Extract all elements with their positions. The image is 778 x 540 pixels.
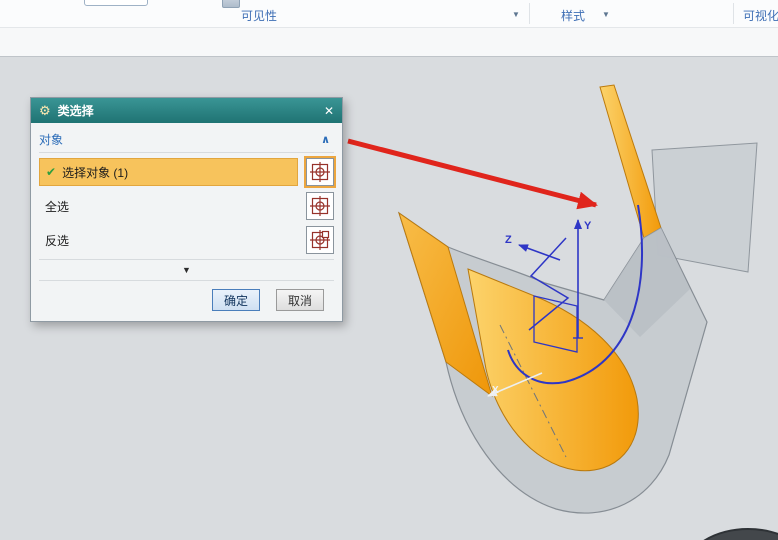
- divider: [39, 259, 334, 260]
- invert-selection-button[interactable]: [306, 226, 334, 254]
- select-all-button[interactable]: [306, 192, 334, 220]
- select-all-label: 全选: [45, 198, 69, 215]
- close-icon[interactable]: ✕: [324, 104, 334, 118]
- model-orange-fin: [600, 85, 661, 238]
- divider: [39, 152, 334, 153]
- crosshair-invert-icon: [309, 229, 331, 251]
- ribbon-separator: [733, 3, 734, 24]
- dialog-button-row: 确定 取消: [39, 283, 334, 313]
- chevron-up-icon[interactable]: ∧: [321, 133, 330, 146]
- divider: [39, 280, 334, 281]
- application-window: 可见性 ▼ 样式 ▼ 可视化 整个装配 ▼ ▾: [0, 0, 778, 540]
- y-axis-label: Y: [584, 220, 592, 232]
- dialog-collapse-handle[interactable]: ▼: [39, 262, 334, 278]
- ribbon-group-visibility[interactable]: 可见性: [241, 7, 277, 24]
- visibility-caret-icon[interactable]: ▼: [512, 10, 520, 19]
- ribbon-separator: [529, 3, 530, 24]
- dialog-title: 类选择: [58, 102, 94, 119]
- select-object-label: 选择对象 (1): [62, 164, 128, 181]
- check-icon: ✔: [46, 165, 56, 179]
- object-section-header[interactable]: 对象 ∧: [39, 128, 334, 150]
- style-caret-icon[interactable]: ▼: [602, 10, 610, 19]
- dialog-body: 对象 ∧ ✔ 选择对象 (1) 全选: [31, 123, 342, 321]
- select-all-labelwrap: 全选: [39, 192, 298, 220]
- invert-selection-label: 反选: [45, 232, 69, 249]
- selection-toolbar: 整个装配 ▼ ▾ ▾: [0, 28, 778, 57]
- dialog-titlebar[interactable]: ⚙ 类选择 ✕: [31, 98, 342, 123]
- invert-selection-labelwrap: 反选: [39, 226, 298, 254]
- annotation-arrow: [348, 141, 596, 205]
- clipped-top-control[interactable]: [84, 0, 148, 6]
- z-axis-label: Z: [505, 234, 512, 246]
- clipped-ribbon-icon[interactable]: [222, 0, 240, 8]
- crosshair-icon: [309, 195, 331, 217]
- crosshair-icon: [309, 161, 331, 183]
- select-object-row[interactable]: ✔ 选择对象 (1): [39, 155, 334, 189]
- graphics-viewport[interactable]: Y Z X ⚙ 类选择 ✕ 对象 ∧: [0, 57, 778, 540]
- ok-button[interactable]: 确定: [212, 289, 260, 311]
- z-axis: [519, 245, 560, 260]
- collapse-caret-icon: ▼: [182, 266, 191, 275]
- gear-icon: ⚙: [39, 103, 51, 119]
- class-selection-dialog: ⚙ 类选择 ✕ 对象 ∧ ✔ 选择对象 (1): [30, 97, 343, 322]
- ribbon-group-style[interactable]: 样式: [561, 7, 585, 24]
- x-axis-label: X: [492, 385, 499, 396]
- cancel-button[interactable]: 取消: [276, 289, 324, 311]
- ribbon-group-visualization[interactable]: 可视化: [743, 7, 778, 24]
- select-object-highlight: ✔ 选择对象 (1): [39, 158, 298, 186]
- ribbon-strip: 可见性 ▼ 样式 ▼ 可视化: [0, 0, 778, 28]
- select-object-button[interactable]: [306, 158, 334, 186]
- object-section-label: 对象: [39, 131, 63, 148]
- select-all-row[interactable]: 全选: [39, 189, 334, 223]
- corner-object: [686, 529, 778, 540]
- invert-selection-row[interactable]: 反选: [39, 223, 334, 257]
